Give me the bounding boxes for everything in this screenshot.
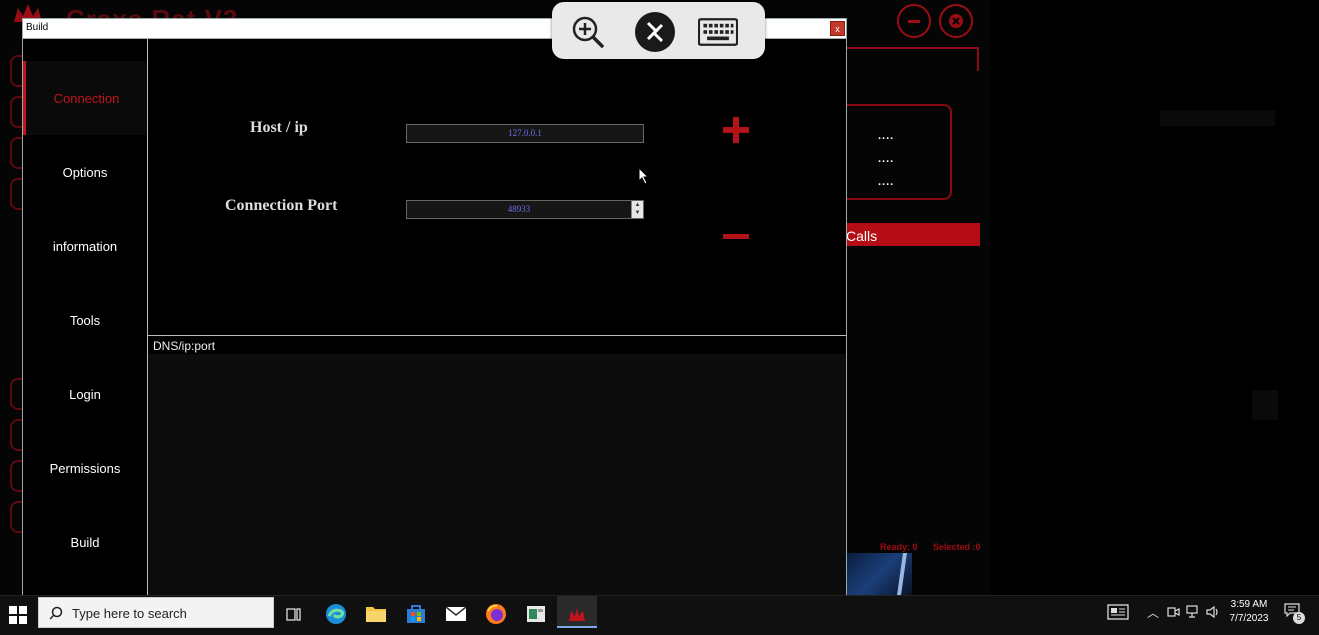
meet-now-icon[interactable] [1166, 605, 1180, 619]
dns-column-header: DNS/ip:port [153, 339, 216, 353]
volume-icon[interactable] [1206, 605, 1220, 619]
sidebar-item-label: Permissions [49, 460, 121, 476]
minus-icon [908, 19, 920, 23]
edge-icon [326, 604, 346, 624]
blurred-element [1252, 390, 1278, 420]
port-stepper[interactable]: 48933 ▲ ▼ [406, 200, 644, 219]
window-title: Build [26, 22, 49, 33]
taskbar-clock[interactable]: 3:59 AM 7/7/2023 [1226, 598, 1272, 626]
sidebar-item-label: information [52, 238, 118, 254]
host-label: Host / ip [250, 119, 308, 136]
background-info-panel [846, 104, 952, 200]
host-input[interactable]: 127.0.0.1 [406, 124, 644, 143]
notification-badge: 5 [1293, 612, 1305, 624]
zoom-in-icon [572, 16, 604, 48]
sidebar-item-label: Options [62, 164, 108, 180]
sidebar-item-login[interactable]: Login [23, 357, 147, 431]
clock-time: 3:59 AM [1230, 599, 1268, 610]
sidebar-item-label: Tools [69, 312, 101, 328]
sidebar-item-options[interactable]: Options [23, 135, 147, 209]
spinner-down-icon[interactable]: ▼ [632, 209, 643, 217]
sidebar-item-label: Connection [53, 90, 120, 106]
folder-icon [366, 607, 386, 622]
sidebar-item-label: Login [69, 386, 101, 402]
port-value: 48933 [507, 204, 531, 214]
app-window-button[interactable] [523, 601, 549, 627]
store-icon [407, 605, 425, 623]
info-value: .... [878, 153, 895, 165]
blurred-element [1160, 110, 1275, 126]
taskbar-search-input[interactable]: Type here to search [38, 597, 274, 628]
status-ready: Ready: 0 [880, 542, 918, 552]
desktop-background [990, 0, 1319, 595]
remote-connection-button[interactable] [635, 12, 675, 52]
close-app-button[interactable] [939, 4, 973, 38]
news-widget-icon[interactable] [1107, 604, 1129, 620]
zoom-button[interactable] [568, 12, 608, 52]
status-selected: Selected :0 [933, 542, 981, 552]
port-label: Connection Port [225, 197, 338, 214]
minimize-button[interactable] [897, 4, 931, 38]
store-button[interactable] [403, 601, 429, 627]
spinner-up-icon[interactable]: ▲ [632, 201, 643, 209]
mail-button[interactable] [443, 601, 469, 627]
sidebar-item-permissions[interactable]: Permissions [23, 431, 147, 505]
clock-date: 7/7/2023 [1229, 613, 1269, 624]
mouse-cursor-icon [638, 167, 650, 185]
sidebar-item-tools[interactable]: Tools [23, 283, 147, 357]
edge-browser-button[interactable] [323, 601, 349, 627]
close-circle-icon [949, 14, 963, 28]
build-sidebar: Connection Options information Tools Log… [23, 39, 148, 595]
port-spinner[interactable]: ▲ ▼ [631, 201, 643, 218]
search-placeholder: Type here to search [72, 606, 187, 621]
dns-list-header: DNS/ip:port [148, 336, 846, 354]
file-explorer-button[interactable] [363, 601, 389, 627]
search-icon [49, 606, 63, 620]
remove-host-button[interactable] [723, 234, 749, 239]
windows-start-icon[interactable] [9, 606, 27, 624]
task-view-button[interactable] [281, 601, 307, 627]
info-value: .... [878, 176, 895, 188]
background-tab-frame [846, 47, 979, 71]
calls-tab[interactable]: Calls [846, 223, 980, 246]
sidebar-item-connection[interactable]: Connection [23, 61, 147, 135]
mail-icon [445, 606, 467, 621]
calls-label: Calls [846, 228, 878, 244]
windows-taskbar: Type here to search ︿ 3:59 AM 7/7/2023 5 [0, 595, 1319, 635]
remote-desktop-toolbar [552, 2, 765, 59]
remote-desktop-icon [635, 12, 675, 52]
close-button[interactable]: x [830, 21, 845, 36]
chevron-up-icon[interactable]: ︿ [1147, 604, 1159, 621]
sidebar-item-label: Build [70, 534, 100, 550]
notification-button[interactable]: 5 [1284, 603, 1305, 624]
keyboard-icon [698, 18, 738, 46]
dns-list[interactable]: DNS/ip:port [148, 336, 846, 595]
window-app-icon [527, 606, 545, 622]
plus-icon [723, 117, 749, 143]
info-value: .... [878, 130, 895, 142]
firefox-button[interactable] [483, 601, 509, 627]
add-host-button[interactable] [723, 117, 749, 143]
rat-app-taskbar-button[interactable] [564, 601, 590, 627]
task-view-icon [286, 608, 301, 621]
sidebar-item-information[interactable]: information [23, 209, 147, 283]
keyboard-button[interactable] [698, 12, 738, 52]
network-icon[interactable] [1186, 605, 1202, 619]
build-window: Build x Connection Options information T… [22, 18, 847, 595]
sidebar-item-build[interactable]: Build [23, 505, 147, 579]
connection-panel: Host / ip 127.0.0.1 Connection Port 4893… [148, 39, 846, 336]
rat-app-icon [569, 608, 585, 621]
firefox-icon [486, 604, 506, 624]
